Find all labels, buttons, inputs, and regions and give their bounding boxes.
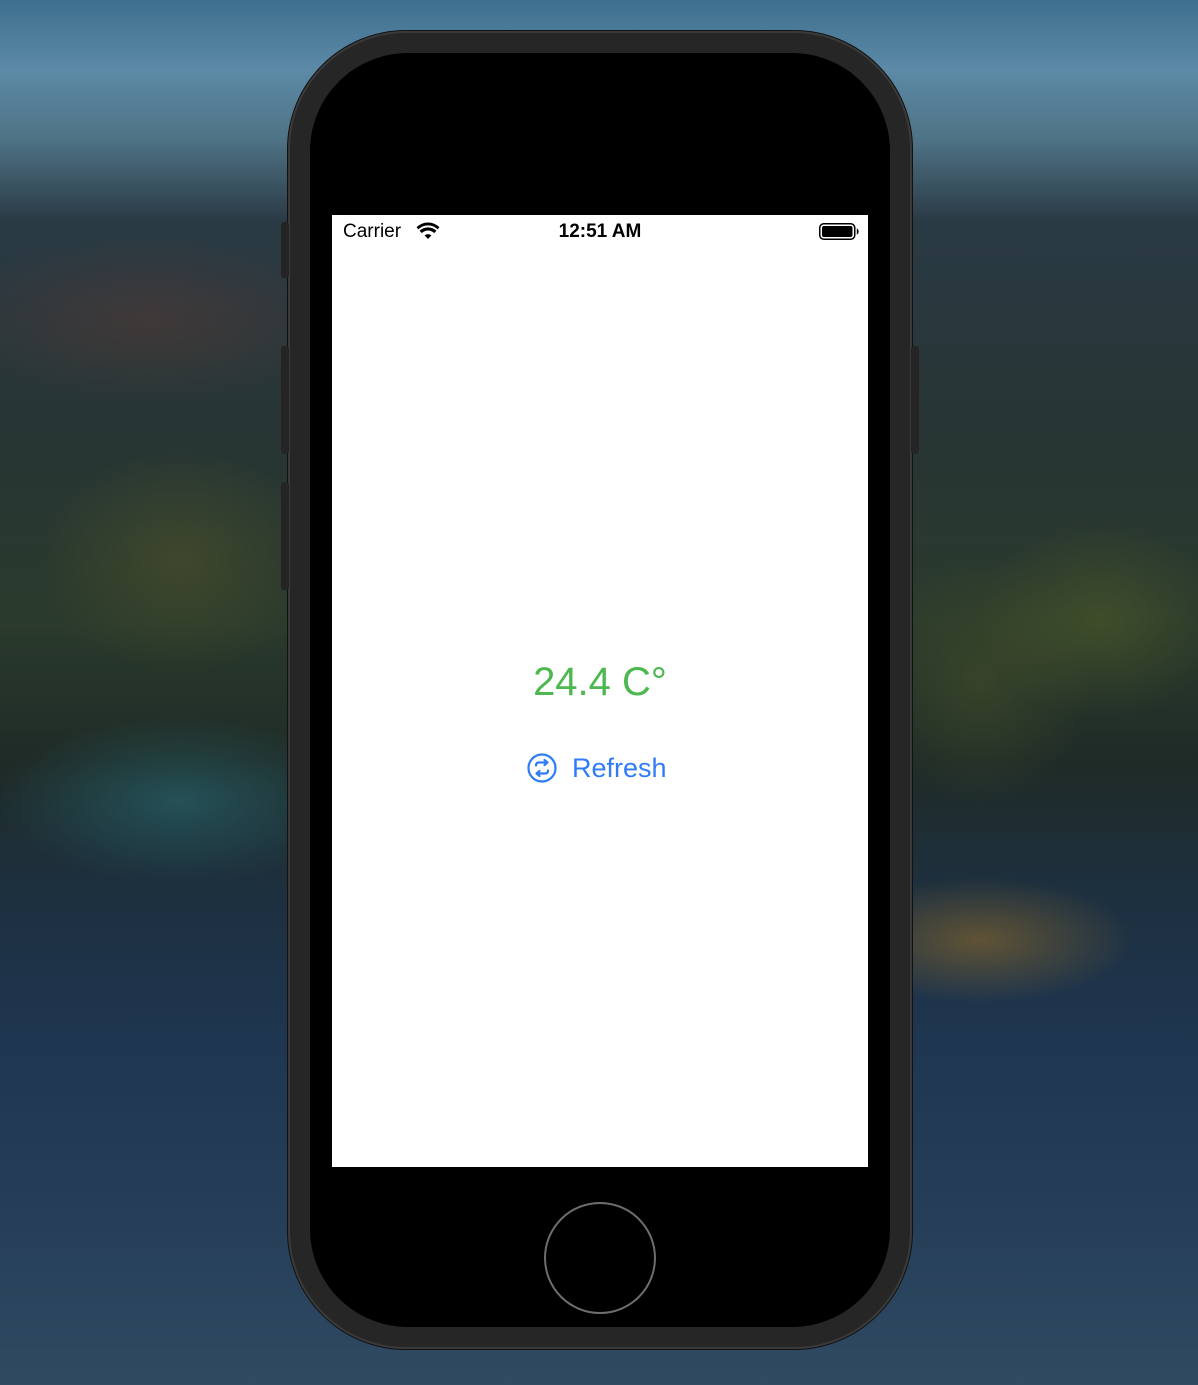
volume-down-button — [281, 482, 289, 590]
power-button — [911, 346, 919, 454]
clock-time: 12:51 AM — [558, 221, 642, 242]
status-bar: Carrier 12:51 AM — [332, 215, 868, 249]
refresh-button[interactable]: Refresh — [526, 749, 667, 787]
silent-switch — [281, 222, 289, 278]
battery-full-icon — [819, 223, 859, 240]
refresh-label: Refresh — [572, 752, 667, 783]
arrow-circle-swap-icon — [527, 753, 557, 783]
volume-up-button — [281, 346, 289, 454]
home-button[interactable] — [544, 1202, 656, 1314]
app-screen: Carrier 12:51 AM 24.4 C° Refresh — [332, 215, 868, 1167]
temperature-reading: 24.4 C° — [533, 660, 667, 704]
